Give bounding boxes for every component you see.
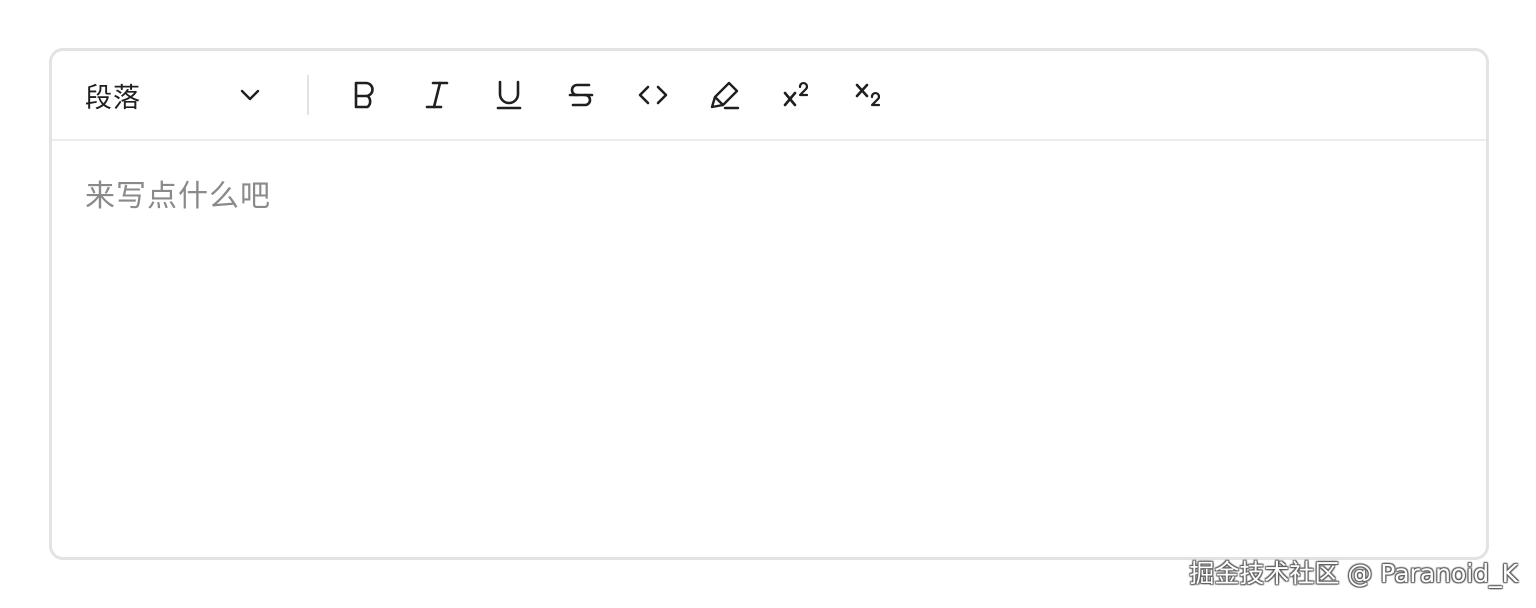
underline-button[interactable] (473, 67, 545, 123)
code-button[interactable] (617, 67, 689, 123)
editor-toolbar: 段落 (52, 51, 1486, 141)
strikethrough-button[interactable] (545, 67, 617, 123)
chevron-down-icon (237, 82, 263, 108)
subscript-icon (854, 79, 884, 111)
italic-icon (423, 79, 451, 111)
bold-button[interactable] (329, 67, 401, 123)
superscript-button[interactable] (761, 67, 833, 123)
watermark: 掘金技术社区 @ Paranoid_K (1189, 559, 1518, 588)
strikethrough-icon (567, 79, 595, 111)
highlight-button[interactable] (689, 67, 761, 123)
code-icon (637, 79, 669, 111)
subscript-button[interactable] (833, 67, 905, 123)
toolbar-divider (307, 75, 309, 115)
page: 段落 来写点什么吧 掘金技术社区 @ Paranoid_K (0, 0, 1536, 608)
block-type-label: 段落 (85, 82, 141, 114)
superscript-icon (782, 79, 812, 111)
highlighter-icon (709, 79, 741, 111)
bold-icon (351, 79, 379, 111)
underline-icon (495, 79, 523, 111)
editor-placeholder: 来写点什么吧 (85, 179, 271, 214)
italic-button[interactable] (401, 67, 473, 123)
block-type-select[interactable]: 段落 (85, 71, 277, 119)
editor-content-area[interactable]: 来写点什么吧 (52, 141, 1486, 557)
rich-text-editor: 段落 来写点什么吧 (49, 48, 1489, 560)
